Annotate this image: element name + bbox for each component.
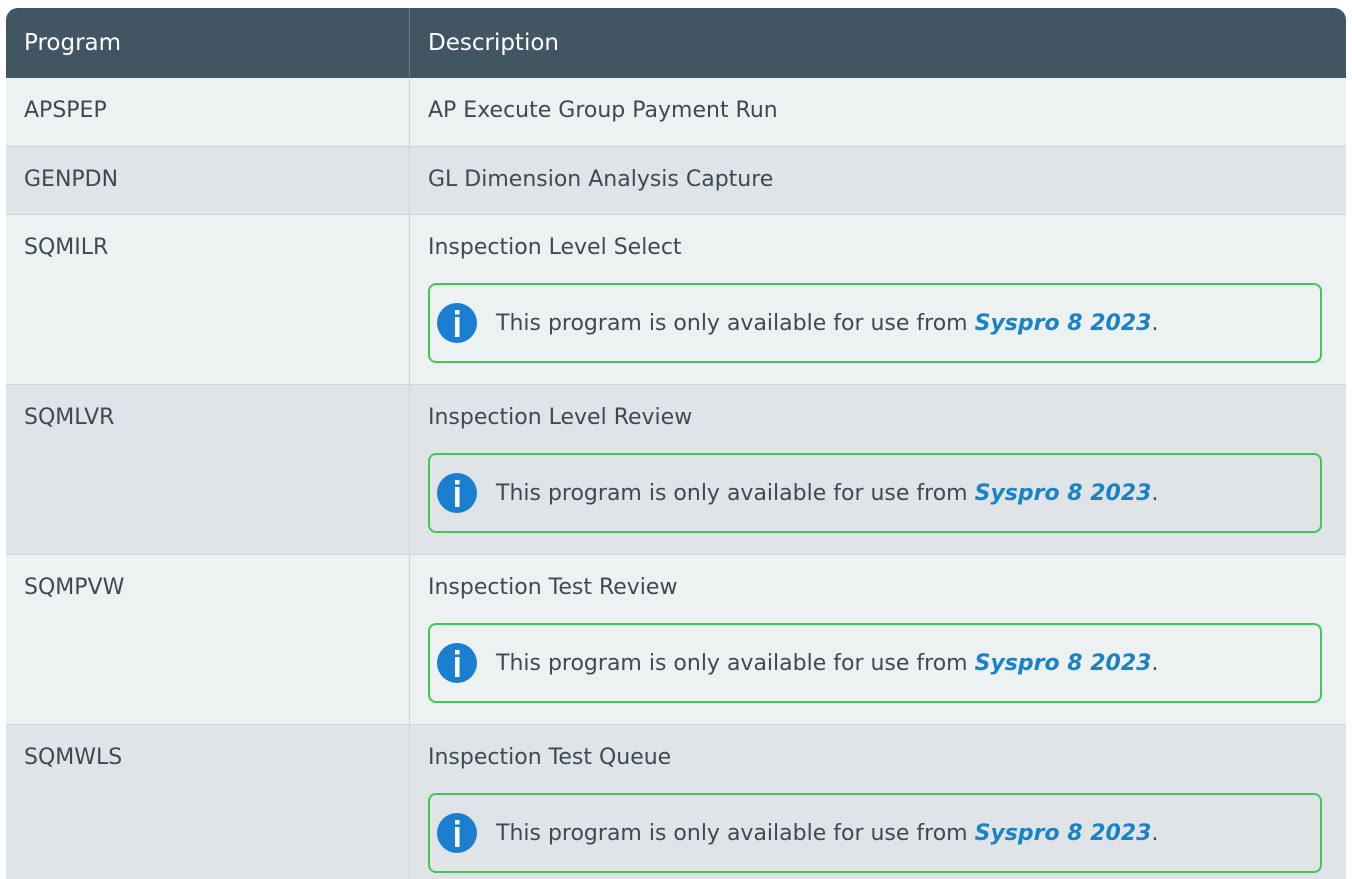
table-row: SQMWLS Inspection Test Queue This progra… [6,725,1346,879]
note-suffix: . [1151,310,1159,336]
program-code: SQMWLS [6,725,410,879]
note-text: This program is only available for use f… [496,310,975,336]
note-suffix: . [1151,650,1159,676]
availability-note: This program is only available for use f… [428,453,1322,533]
info-icon [437,643,477,683]
program-code: APSPEP [6,78,410,146]
program-description: AP Execute Group Payment Run [428,98,778,123]
table-row: SQMILR Inspection Level Select This prog… [6,215,1346,385]
info-icon [437,813,477,853]
program-description: Inspection Level Review [428,405,693,430]
info-icon [437,303,477,343]
syspro-version-link[interactable]: Syspro 8 2023 [975,481,1152,506]
note-suffix: . [1151,480,1159,506]
programs-table: Program Description APSPEP AP Execute Gr… [6,8,1346,879]
table-row: SQMPVW Inspection Test Review This progr… [6,555,1346,725]
note-text: This program is only available for use f… [496,820,975,846]
info-icon [437,473,477,513]
note-suffix: . [1151,820,1159,846]
program-description: Inspection Test Queue [428,745,672,770]
program-code: SQMLVR [6,385,410,554]
table-row: SQMLVR Inspection Level Review This prog… [6,385,1346,555]
program-description: Inspection Level Select [428,235,682,260]
header-program: Program [6,8,410,78]
program-code: GENPDN [6,147,410,214]
table-row: APSPEP AP Execute Group Payment Run [6,78,1346,147]
syspro-version-link[interactable]: Syspro 8 2023 [975,821,1152,846]
availability-note: This program is only available for use f… [428,793,1322,873]
syspro-version-link[interactable]: Syspro 8 2023 [975,651,1152,676]
note-text: This program is only available for use f… [496,650,975,676]
availability-note: This program is only available for use f… [428,283,1322,363]
header-description: Description [428,30,559,56]
availability-note: This program is only available for use f… [428,623,1322,703]
syspro-version-link[interactable]: Syspro 8 2023 [975,311,1152,336]
program-description: GL Dimension Analysis Capture [428,167,774,192]
table-header: Program Description [6,8,1346,78]
table-row: GENPDN GL Dimension Analysis Capture [6,147,1346,215]
program-code: SQMILR [6,215,410,384]
note-text: This program is only available for use f… [496,480,975,506]
program-description: Inspection Test Review [428,575,678,600]
program-code: SQMPVW [6,555,410,724]
